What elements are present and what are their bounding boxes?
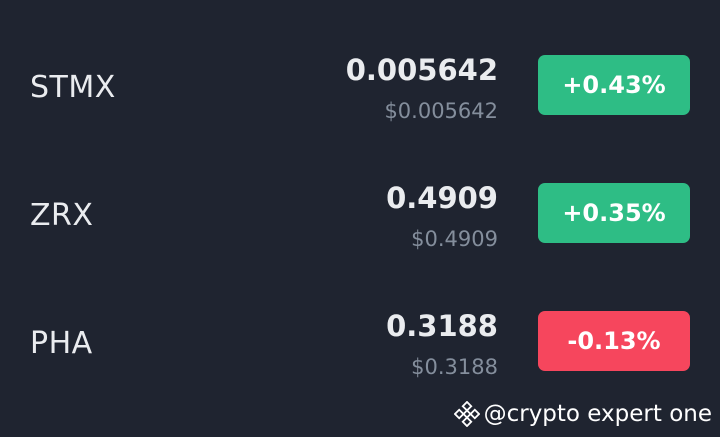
pair-symbol: STMX bbox=[30, 70, 116, 105]
watermark-text: @crypto expert one bbox=[483, 401, 712, 427]
last-price: 0.005642 bbox=[345, 53, 498, 87]
binance-logo-icon bbox=[453, 400, 480, 428]
market-row-pha[interactable]: PHA 0.3188 $0.3188 -0.13% bbox=[0, 284, 720, 404]
fiat-price: $0.005642 bbox=[384, 99, 498, 123]
last-price: 0.4909 bbox=[386, 181, 498, 215]
price-change-badge[interactable]: +0.35% bbox=[538, 183, 690, 243]
market-row-stmx[interactable]: STMX 0.005642 $0.005642 +0.43% bbox=[0, 28, 720, 148]
price-change-badge[interactable]: +0.43% bbox=[538, 55, 690, 115]
last-price: 0.3188 bbox=[386, 309, 498, 343]
pair-symbol: ZRX bbox=[30, 198, 94, 233]
price-change-badge[interactable]: -0.13% bbox=[538, 311, 690, 371]
watermark: @crypto expert one bbox=[453, 397, 712, 431]
market-row-zrx[interactable]: ZRX 0.4909 $0.4909 +0.35% bbox=[0, 156, 720, 276]
fiat-price: $0.3188 bbox=[411, 355, 498, 379]
fiat-price: $0.4909 bbox=[411, 227, 498, 251]
pair-symbol: PHA bbox=[30, 326, 93, 361]
